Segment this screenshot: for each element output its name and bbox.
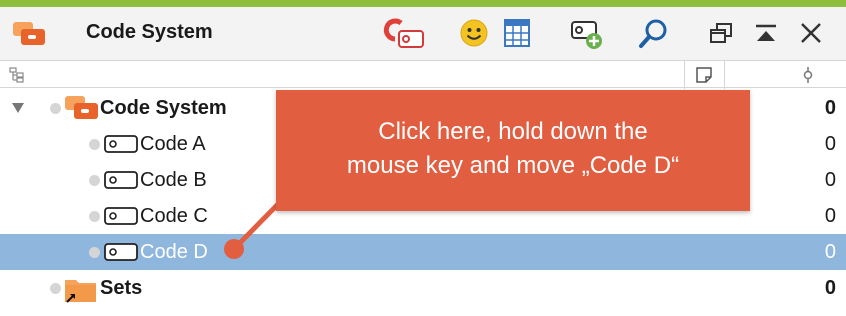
- code-system-window: Code System Code System 0 Code A 0 Code …: [0, 0, 846, 316]
- callout-line-1: Click here, hold down the: [378, 118, 648, 145]
- callout-text: Click here, hold down the mouse key and …: [276, 115, 750, 183]
- instruction-callout: Click here, hold down the mouse key and …: [276, 90, 750, 211]
- callout-line-2: mouse key and move „Code D“: [346, 152, 680, 179]
